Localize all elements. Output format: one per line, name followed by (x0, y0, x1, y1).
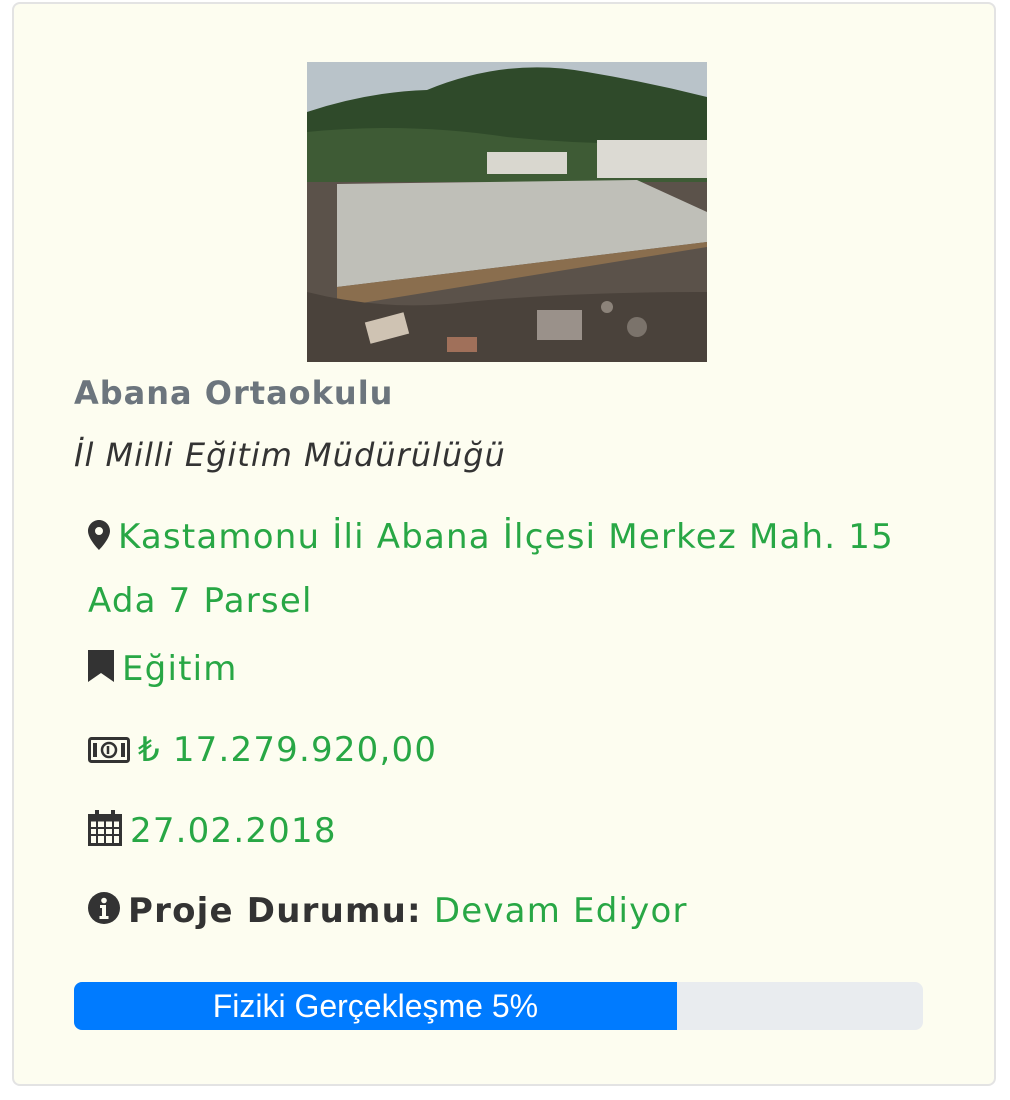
calendar-icon (88, 810, 122, 855)
progress-fill: Fiziki Gerçekleşme 5% (74, 982, 677, 1030)
project-date-row: 27.02.2018 (88, 810, 337, 855)
project-address-row: Kastamonu İli Abana İlçesi Merkez Mah. 1… (88, 506, 928, 632)
info-circle-icon (88, 892, 120, 933)
project-institution: İl Milli Eğitim Müdürülüğü (74, 436, 506, 474)
project-cost-row: ₺ 17.279.920,00 (88, 730, 437, 772)
project-status-label: Proje Durumu: (128, 891, 422, 931)
project-cost: ₺ 17.279.920,00 (138, 730, 438, 770)
project-photo (307, 62, 707, 362)
physical-progress-bar: Fiziki Gerçekleşme 5% (74, 982, 923, 1030)
project-address: Kastamonu İli Abana İlçesi Merkez Mah. 1… (88, 517, 894, 621)
project-category: Eğitim (122, 649, 238, 689)
project-category-row: Eğitim (88, 649, 238, 691)
map-marker-icon (88, 508, 110, 570)
money-bill-icon (88, 732, 130, 772)
project-title: Abana Ortaokulu (74, 374, 394, 412)
project-status-value: Devam Ediyor (433, 891, 688, 931)
project-status-row: Proje Durumu: Devam Ediyor (88, 891, 688, 933)
project-date: 27.02.2018 (130, 811, 337, 851)
project-card: Abana Ortaokulu İl Milli Eğitim Müdürülü… (12, 2, 996, 1086)
bookmark-icon (88, 650, 114, 691)
